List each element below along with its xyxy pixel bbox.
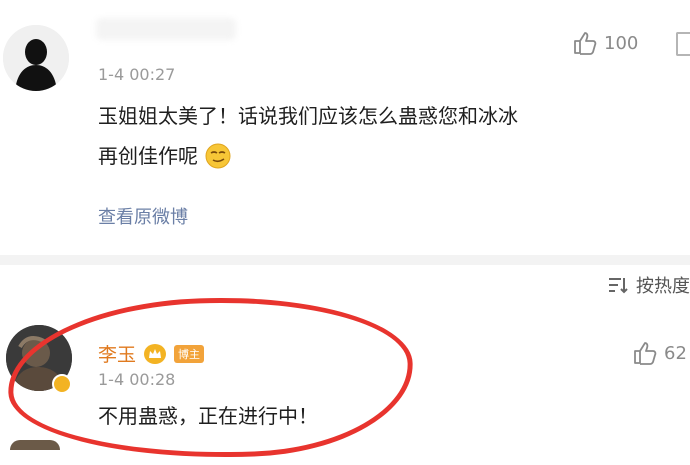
comment-text-line2: 再创佳作呢 bbox=[98, 144, 198, 168]
avatar[interactable] bbox=[3, 25, 69, 91]
reply-like-count: 62 bbox=[664, 342, 687, 364]
next-avatar-partial bbox=[10, 440, 60, 450]
blurred-username bbox=[96, 18, 236, 40]
like-button[interactable]: 100 bbox=[572, 30, 638, 56]
more-icon[interactable] bbox=[676, 32, 690, 56]
sort-toggle[interactable]: 按热度 bbox=[606, 272, 690, 298]
comment-text: 玉姐姐太美了！话说我们应该怎么蛊惑您和冰冰 再创佳作呢 bbox=[98, 96, 688, 176]
user-avatar-icon bbox=[3, 25, 69, 91]
thumbs-up-icon bbox=[634, 342, 657, 365]
comment-timestamp: 1-4 00:27 bbox=[98, 65, 176, 84]
comment-text-line2-row: 再创佳作呢 bbox=[98, 136, 688, 176]
like-count: 100 bbox=[604, 32, 639, 54]
annotation-circle bbox=[5, 290, 416, 465]
comment-text-line1: 玉姐姐太美了！话说我们应该怎么蛊惑您和冰冰 bbox=[98, 104, 518, 128]
thumbs-up-icon bbox=[574, 32, 597, 55]
smirk-emoji-icon bbox=[205, 143, 231, 169]
sort-label: 按热度 bbox=[636, 276, 690, 297]
sort-icon bbox=[609, 278, 628, 294]
reply-like-button[interactable]: 62 bbox=[632, 340, 687, 366]
section-divider bbox=[0, 255, 690, 265]
view-original-link[interactable]: 查看原微博 bbox=[98, 203, 188, 229]
